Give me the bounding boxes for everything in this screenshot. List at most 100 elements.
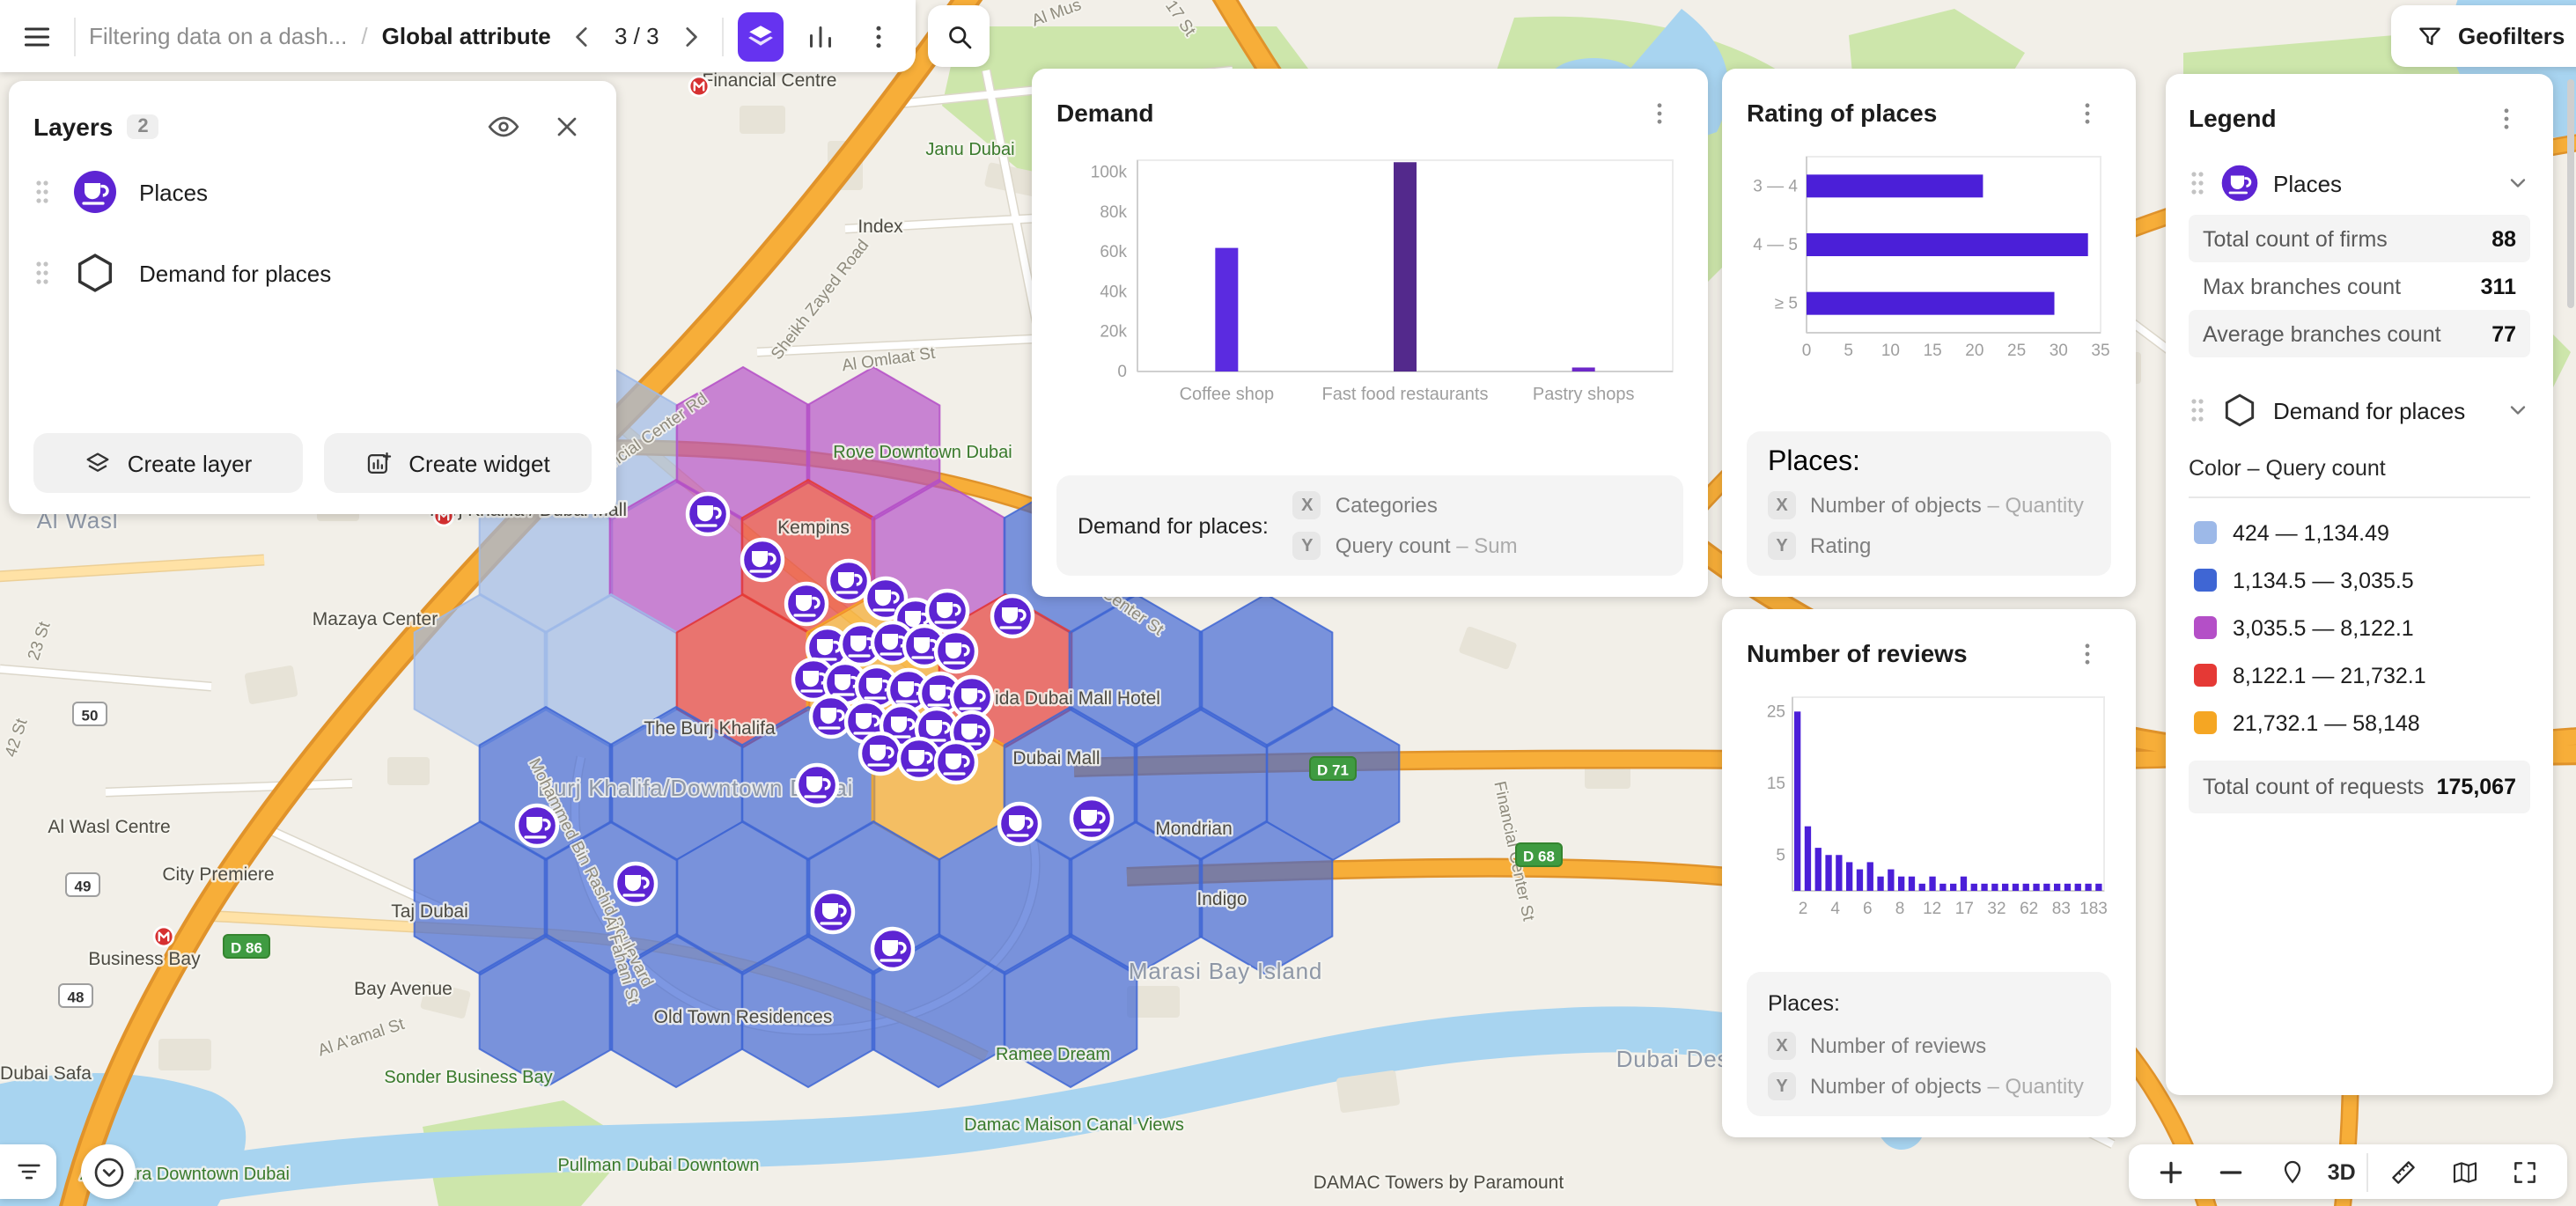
demand-bar[interactable]	[1394, 162, 1417, 371]
chevron-down-icon[interactable]	[2506, 171, 2530, 195]
reviews-bar[interactable]	[1888, 870, 1894, 891]
ruler-tool-button[interactable]	[2380, 1147, 2429, 1196]
place-marker[interactable]	[615, 864, 656, 904]
place-marker[interactable]	[999, 804, 1040, 844]
collapse-button[interactable]	[81, 1144, 136, 1199]
drag-handle-icon[interactable]	[2189, 169, 2206, 197]
toggle-all-visibility-button[interactable]	[479, 102, 528, 151]
reviews-bar[interactable]	[1857, 870, 1863, 891]
svg-text:100k: 100k	[1091, 164, 1128, 182]
rating-bar[interactable]	[1807, 292, 2055, 315]
reviews-bar[interactable]	[2033, 884, 2039, 891]
reviews-widget-menu-button[interactable]	[2062, 629, 2111, 678]
reviews-bar[interactable]	[2023, 884, 2029, 891]
reviews-bar[interactable]	[2095, 884, 2101, 891]
rating-bar[interactable]	[1807, 233, 2088, 256]
reviews-bar[interactable]	[2064, 884, 2071, 891]
place-marker[interactable]	[786, 584, 827, 624]
place-marker[interactable]	[936, 742, 976, 783]
layer-item-places[interactable]: Places	[33, 151, 592, 232]
reviews-bar[interactable]	[1991, 884, 1998, 891]
layer-item-demand-for-places[interactable]: Demand for places	[33, 232, 592, 313]
place-marker[interactable]	[742, 540, 783, 580]
view-3d-button[interactable]: 3D	[2328, 1159, 2356, 1184]
fullscreen-button[interactable]	[2499, 1147, 2549, 1196]
demand-bar[interactable]	[1215, 248, 1238, 371]
demand-widget-menu-button[interactable]	[1634, 88, 1683, 137]
create-widget-icon	[364, 448, 394, 478]
place-marker[interactable]	[992, 596, 1033, 636]
drag-handle-icon[interactable]	[2189, 396, 2206, 424]
reviews-bar[interactable]	[2043, 884, 2050, 891]
zoom-out-button[interactable]	[2207, 1147, 2256, 1196]
widgets-button[interactable]	[798, 11, 843, 61]
reviews-bar[interactable]	[1981, 884, 1987, 891]
rating-widget-menu-button[interactable]	[2062, 88, 2111, 137]
reviews-bar[interactable]	[1950, 884, 1956, 891]
fullscreen-icon	[2510, 1158, 2538, 1186]
reviews-bar[interactable]	[1919, 884, 1925, 891]
create-widget-button[interactable]: Create widget	[323, 433, 592, 493]
atlas-button[interactable]	[2440, 1147, 2489, 1196]
total-requests-label: Total count of requests	[2203, 775, 2425, 799]
place-marker[interactable]	[797, 765, 837, 805]
scrollbar[interactable]	[2567, 79, 2574, 308]
reviews-bar[interactable]	[1909, 877, 1915, 891]
close-layers-panel-button[interactable]	[542, 102, 592, 151]
legend-stat-row: Max branches count311	[2189, 262, 2530, 310]
geofilters-button[interactable]: Geofilters	[2391, 5, 2576, 67]
search-button[interactable]	[928, 5, 990, 67]
reviews-bar[interactable]	[1961, 877, 1967, 891]
layers-toggle-button[interactable]	[739, 11, 784, 61]
reviews-bar[interactable]	[1877, 877, 1883, 891]
map-pin-tool-button[interactable]	[2267, 1147, 2316, 1196]
place-marker[interactable]	[828, 561, 869, 601]
rating-bar[interactable]	[1807, 174, 1983, 197]
map-filter-button[interactable]	[0, 1144, 56, 1199]
reviews-bar[interactable]	[2013, 884, 2019, 891]
drag-handle-icon[interactable]	[33, 178, 51, 206]
place-marker[interactable]	[813, 892, 853, 932]
place-marker[interactable]	[936, 631, 976, 672]
next-page-button[interactable]	[673, 11, 709, 61]
demand-bar[interactable]	[1572, 367, 1595, 371]
reviews-bar[interactable]	[1825, 855, 1831, 891]
breadcrumb-parent[interactable]: Filtering data on a dash...	[89, 23, 347, 49]
reviews-bar[interactable]	[2054, 884, 2060, 891]
reviews-bar[interactable]	[1929, 877, 1935, 891]
place-marker[interactable]	[1071, 798, 1112, 839]
zoom-in-button[interactable]	[2146, 1147, 2196, 1196]
place-marker[interactable]	[927, 591, 968, 631]
reviews-bar[interactable]	[1836, 855, 1842, 891]
create-layer-button[interactable]: Create layer	[33, 433, 302, 493]
place-marker[interactable]	[872, 929, 913, 969]
reviews-bar[interactable]	[2075, 884, 2081, 891]
prev-page-button[interactable]	[565, 11, 600, 61]
reviews-bar[interactable]	[1846, 862, 1852, 891]
chevron-down-icon[interactable]	[2506, 398, 2530, 423]
reviews-bar[interactable]	[1794, 711, 1800, 891]
reviews-bar[interactable]	[1867, 862, 1873, 891]
reviews-bar[interactable]	[1805, 827, 1811, 891]
svg-text:5: 5	[1776, 846, 1785, 864]
place-marker[interactable]	[860, 733, 901, 774]
reviews-bar[interactable]	[1971, 884, 1977, 891]
layers-panel-header: Layers 2	[33, 102, 592, 151]
place-marker[interactable]	[688, 494, 728, 534]
legend-menu-button[interactable]	[2481, 93, 2530, 143]
reviews-bar[interactable]	[1898, 877, 1904, 891]
map-label: ida Dubai Mall Hotel	[995, 688, 1160, 709]
road-badge: 48	[59, 984, 92, 1007]
drag-handle-icon[interactable]	[33, 259, 51, 287]
reviews-bar[interactable]	[2002, 884, 2008, 891]
reviews-bar[interactable]	[2085, 884, 2091, 891]
more-options-button[interactable]	[857, 11, 902, 61]
reviews-bar[interactable]	[1815, 848, 1822, 891]
legend-section-places[interactable]: Places	[2189, 151, 2530, 215]
reviews-bar[interactable]	[1939, 884, 1946, 891]
legend-section-demand[interactable]: Demand for places	[2189, 379, 2530, 442]
hamburger-menu-button[interactable]	[14, 11, 59, 61]
place-marker[interactable]	[899, 739, 939, 779]
map-label: Mazaya Center	[313, 609, 438, 629]
place-marker[interactable]	[517, 805, 557, 846]
